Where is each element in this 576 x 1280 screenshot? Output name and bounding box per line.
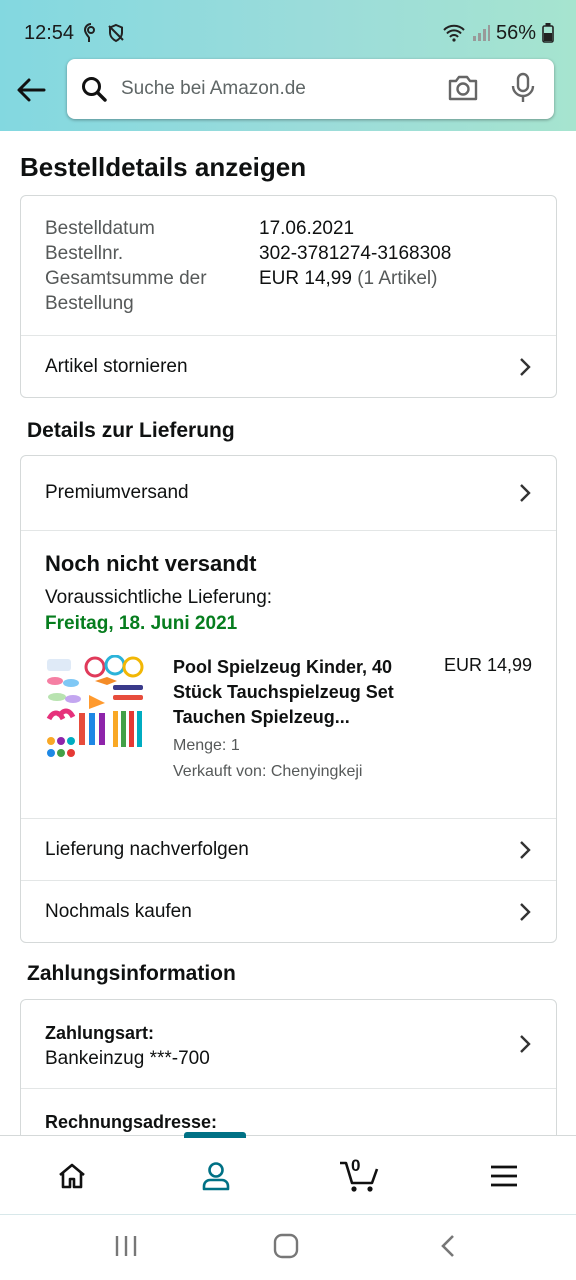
camera-icon[interactable] (446, 72, 480, 104)
bottom-navigation: 0 (0, 1132, 576, 1215)
order-summary-card: Bestelldatum 17.06.2021 Bestellnr. 302-3… (20, 195, 557, 398)
order-date-label: Bestelldatum (45, 218, 155, 239)
search-icon (82, 77, 107, 102)
billing-address-label: Rechnungsadresse: (45, 1112, 218, 1132)
estimate-label: Voraussichtliche Lieferung: (45, 587, 273, 608)
track-package-label: Lieferung nachverfolgen (45, 838, 249, 860)
chevron-right-icon (520, 902, 531, 921)
delivery-heading: Details zur Lieferung (27, 419, 235, 442)
payment-card: Zahlungsart: Bankeinzug ***-700 Rechnung… (20, 999, 557, 1135)
shipping-method-row[interactable]: Premiumversand (21, 456, 556, 530)
product-price: EUR 14,99 (443, 655, 532, 675)
nav-account[interactable] (144, 1136, 288, 1215)
location-pin-icon (84, 23, 96, 42)
shipping-method-label: Premiumversand (45, 482, 189, 503)
estimate-date: Freitag, 18. Juni 2021 (45, 613, 238, 634)
product-title[interactable]: Pool Spielzeug Kinder, 40 Stück Tauchspi… (173, 655, 423, 730)
billing-address-row[interactable]: Rechnungsadresse: (21, 1088, 556, 1135)
system-back-icon[interactable] (438, 1233, 458, 1259)
delivery-card: Premiumversand Noch nicht versandt Vorau… (20, 455, 557, 943)
track-package-button[interactable]: Lieferung nachverfolgen (21, 818, 556, 880)
signal-icon (472, 25, 490, 41)
payment-method-row[interactable]: Zahlungsart: Bankeinzug ***-700 (21, 1000, 556, 1088)
system-navigation (0, 1214, 576, 1280)
cart-count: 0 (351, 1156, 361, 1175)
home-icon (59, 1163, 85, 1188)
buy-again-label: Nochmals kaufen (45, 900, 192, 922)
payment-method-value: Bankeinzug ***-700 (45, 1048, 210, 1069)
nav-home[interactable] (0, 1136, 144, 1215)
back-arrow-icon[interactable] (14, 73, 48, 107)
product-image[interactable] (45, 655, 147, 759)
product-seller: Verkauft von: Chenyingkeji (173, 763, 363, 780)
battery-icon (542, 23, 554, 43)
search-bar[interactable] (67, 59, 554, 119)
shipment-section: Noch nicht versandt Voraussichtliche Lie… (21, 530, 556, 818)
microphone-icon[interactable] (510, 72, 536, 104)
order-item[interactable]: Pool Spielzeug Kinder, 40 Stück Tauchspi… (45, 655, 532, 815)
menu-icon (491, 1165, 517, 1186)
chevron-right-icon (520, 484, 531, 502)
search-input[interactable] (121, 78, 421, 100)
buy-again-button[interactable]: Nochmals kaufen (21, 880, 556, 942)
order-details-page: Bestelldetails anzeigen Bestelldatum 17.… (0, 131, 576, 1135)
header: 12:54 56% (0, 0, 576, 131)
chevron-right-icon (520, 357, 531, 376)
order-info: Bestelldatum 17.06.2021 Bestellnr. 302-3… (21, 196, 556, 335)
payment-method-label: Zahlungsart: (45, 1023, 155, 1043)
shipment-status: Noch nicht versandt (45, 551, 257, 576)
order-number-value: 302-3781274-3168308 (259, 243, 452, 264)
chevron-right-icon (520, 1035, 531, 1053)
home-button-icon[interactable] (273, 1233, 299, 1259)
nav-menu[interactable] (432, 1136, 576, 1215)
order-total-amount: EUR 14,99 (259, 268, 352, 289)
status-bar: 12:54 56% (24, 18, 554, 48)
payment-heading: Zahlungsinformation (27, 962, 236, 985)
order-item-count: (1 Artikel) (357, 268, 438, 289)
cancel-items-button[interactable]: Artikel stornieren (21, 335, 556, 397)
order-total-value: EUR 14,99 (1 Artikel) (259, 266, 532, 316)
wifi-icon (443, 24, 465, 42)
product-quantity: Menge: 1 (173, 737, 240, 754)
cancel-items-label: Artikel stornieren (45, 355, 188, 377)
order-number-label: Bestellnr. (45, 243, 124, 264)
order-total-label: Gesamtsumme der Bestellung (45, 268, 207, 314)
chevron-right-icon (520, 840, 531, 859)
nav-cart[interactable]: 0 (288, 1136, 432, 1215)
page-title: Bestelldetails anzeigen (20, 152, 307, 182)
recent-apps-icon[interactable] (114, 1233, 138, 1259)
clock: 12:54 (24, 21, 75, 44)
battery-percentage: 56% (495, 21, 536, 44)
blocked-shield-icon (108, 23, 124, 43)
account-icon (202, 1161, 230, 1190)
order-date-value: 17.06.2021 (259, 218, 355, 239)
